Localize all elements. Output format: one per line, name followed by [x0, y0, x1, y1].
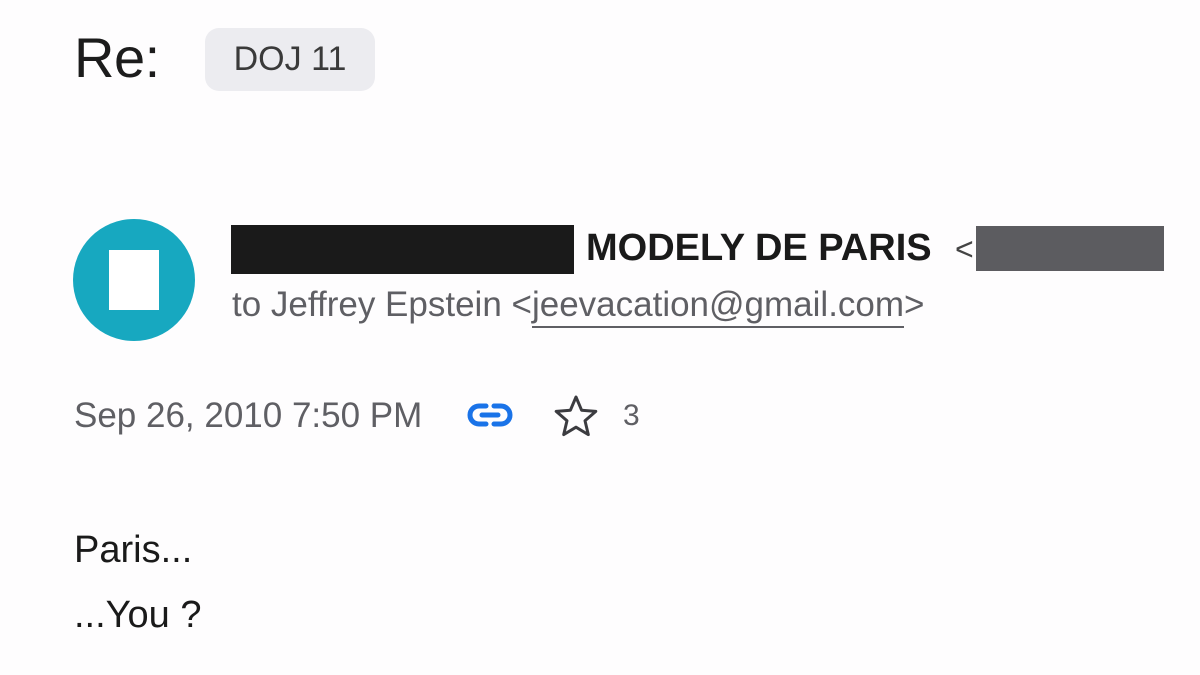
recipient-email-link[interactable]: jeevacation@gmail.com: [531, 285, 905, 328]
star-count: 3: [623, 399, 640, 432]
avatar-placeholder-square: [109, 250, 159, 310]
link-icon[interactable]: [466, 400, 514, 430]
recipient-line: to Jeffrey Epstein <jeevacation@gmail.co…: [232, 283, 925, 328]
sender-name[interactable]: MODELY DE PARIS: [586, 224, 932, 272]
recipient-suffix: >: [904, 285, 925, 324]
recipient-prefix: to Jeffrey Epstein <: [232, 285, 532, 324]
label-chip-doj-11[interactable]: DOJ 11: [205, 28, 375, 91]
email-body-line: Paris...: [74, 529, 193, 571]
email-subject: Re:: [74, 26, 160, 89]
email-body-line: ...You ?: [74, 594, 202, 636]
redaction-bar-sender-email: [976, 226, 1164, 271]
sender-avatar[interactable]: [73, 219, 195, 341]
sender-email-open-bracket: <: [955, 231, 974, 267]
star-outline-icon[interactable]: [553, 394, 599, 438]
redaction-bar-sender-name: [231, 225, 574, 274]
email-date: Sep 26, 2010 7:50 PM: [74, 396, 423, 435]
